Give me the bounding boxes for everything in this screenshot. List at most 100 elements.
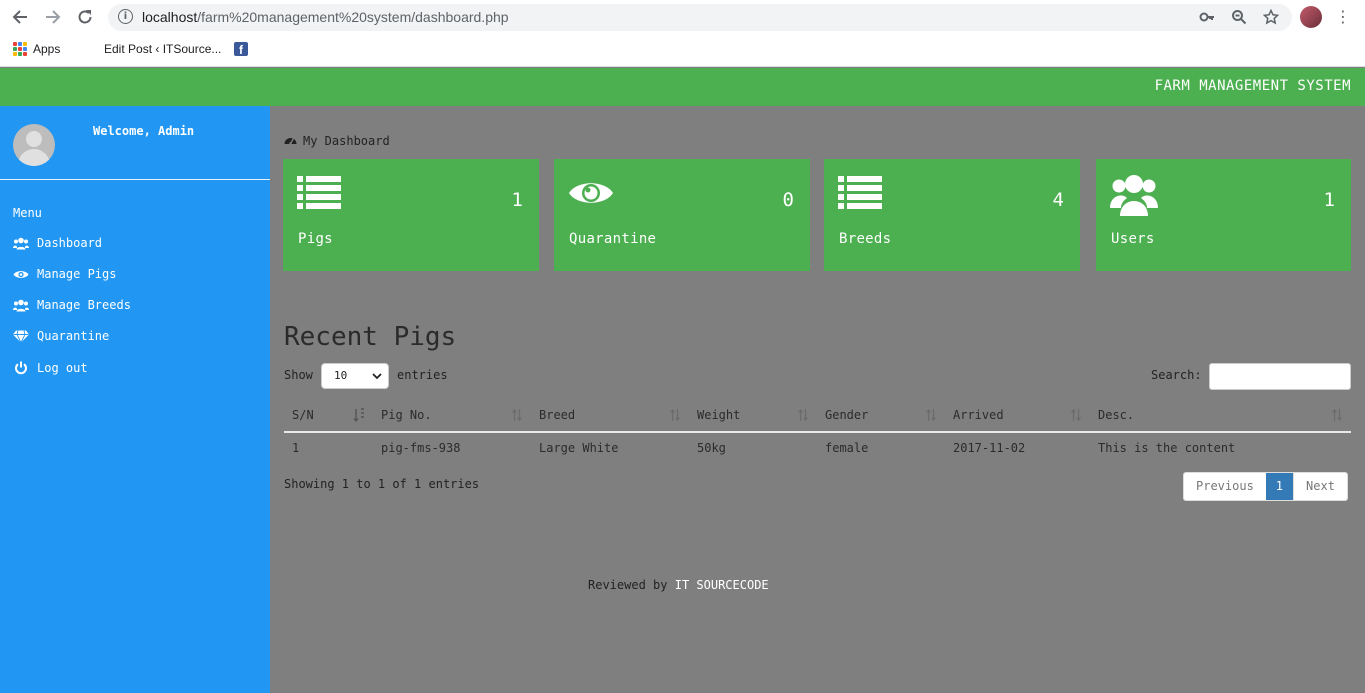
eye-icon bbox=[568, 175, 614, 213]
table-cell: 1 bbox=[292, 440, 300, 455]
sidebar-item-label: Manage Breeds bbox=[37, 298, 131, 312]
diamond-icon bbox=[13, 329, 29, 343]
table-cell: female bbox=[825, 440, 869, 455]
card-pigs[interactable]: 1 Pigs bbox=[283, 159, 539, 271]
table-cell: 50kg bbox=[697, 440, 726, 455]
sort-icon bbox=[511, 408, 523, 422]
table-cell: pig-fms-938 bbox=[381, 440, 461, 455]
bookmarks-bar: Apps Edit Post ‹ ITSource... f bbox=[0, 35, 1365, 67]
list-icon bbox=[838, 175, 884, 213]
sidebar-item-manage-pigs[interactable]: Manage Pigs bbox=[13, 264, 116, 284]
more-menu-icon[interactable]: ⋮ bbox=[1335, 6, 1351, 28]
sort-icon bbox=[1070, 408, 1082, 422]
chevron-down-icon bbox=[370, 364, 384, 388]
sidebar: Welcome, Admin Menu Dashboard Manage Pig… bbox=[0, 106, 270, 693]
sidebar-item-manage-breeds[interactable]: Manage Breeds bbox=[13, 295, 131, 315]
sidebar-item-dashboard[interactable]: Dashboard bbox=[13, 233, 102, 253]
breadcrumb-label: My Dashboard bbox=[303, 134, 390, 148]
table-cell: This is the content bbox=[1098, 440, 1236, 455]
card-count: 4 bbox=[1052, 189, 1064, 211]
reload-icon[interactable] bbox=[74, 6, 96, 28]
card-quarantine[interactable]: 0 Quarantine bbox=[554, 159, 810, 271]
menu-heading: Menu bbox=[13, 206, 42, 220]
card-count: 1 bbox=[511, 189, 523, 211]
power-icon bbox=[13, 361, 29, 375]
users-icon bbox=[1110, 173, 1158, 216]
bookmark-star-icon[interactable] bbox=[1262, 8, 1280, 26]
sidebar-item-quarantine[interactable]: Quarantine bbox=[13, 326, 109, 346]
column-header-weight[interactable]: Weight bbox=[689, 398, 817, 433]
column-header-pig-no[interactable]: Pig No. bbox=[373, 398, 531, 433]
users-icon bbox=[13, 236, 29, 250]
dashboard-icon bbox=[284, 134, 297, 148]
footer-brand-link[interactable]: IT SOURCECODE bbox=[675, 578, 769, 592]
sidebar-item-logout[interactable]: Log out bbox=[13, 358, 88, 378]
sidebar-item-label: Quarantine bbox=[37, 329, 110, 343]
breadcrumb: My Dashboard bbox=[284, 134, 390, 148]
column-header-sn[interactable]: S/N bbox=[284, 398, 373, 433]
card-label: Pigs bbox=[298, 231, 333, 247]
info-icon[interactable]: i bbox=[118, 9, 133, 24]
card-label: Breeds bbox=[839, 231, 892, 247]
entries-select[interactable]: 10 bbox=[321, 363, 389, 389]
footer: Reviewed by IT SOURCECODE bbox=[588, 578, 769, 592]
bookmark-label: Edit Post ‹ ITSource... bbox=[104, 42, 222, 56]
table-row: 1 pig-fms-938 Large White 50kg female 20… bbox=[284, 432, 1351, 462]
card-count: 0 bbox=[782, 189, 794, 211]
sort-icon bbox=[1331, 408, 1343, 422]
facebook-icon: f bbox=[234, 42, 248, 56]
list-icon bbox=[297, 175, 343, 213]
key-icon[interactable] bbox=[1198, 8, 1216, 26]
bookmark-edit-post[interactable]: Edit Post ‹ ITSource... bbox=[104, 42, 221, 56]
card-breeds[interactable]: 4 Breeds bbox=[824, 159, 1080, 271]
table-cell: 2017-11-02 bbox=[953, 440, 1026, 455]
sort-icon bbox=[925, 408, 937, 422]
page-1-button[interactable]: 1 bbox=[1265, 473, 1294, 500]
app-title: FARM MANAGEMENT SYSTEM bbox=[1154, 78, 1351, 94]
sidebar-item-label: Dashboard bbox=[37, 236, 103, 250]
forward-icon[interactable] bbox=[42, 6, 64, 28]
address-bar[interactable]: i localhost/farm%20management%20system/d… bbox=[108, 4, 1292, 31]
back-icon[interactable] bbox=[9, 6, 31, 28]
sidebar-item-label: Manage Pigs bbox=[37, 267, 117, 281]
table-cell: Large White bbox=[539, 440, 619, 455]
table-info: Showing 1 to 1 of 1 entries bbox=[284, 477, 480, 491]
show-label: Show bbox=[284, 368, 313, 382]
search-label: Search: bbox=[1151, 368, 1202, 382]
eye-icon bbox=[13, 267, 29, 281]
profile-avatar[interactable] bbox=[1300, 6, 1322, 28]
avatar bbox=[13, 124, 55, 166]
bookmark-facebook[interactable]: f bbox=[234, 42, 248, 56]
card-users[interactable]: 1 Users bbox=[1096, 159, 1351, 271]
card-label: Users bbox=[1111, 231, 1155, 247]
app-header: FARM MANAGEMENT SYSTEM bbox=[0, 68, 1365, 106]
sort-desc-icon bbox=[353, 408, 365, 423]
sort-icon bbox=[797, 408, 809, 422]
browser-toolbar: i localhost/farm%20management%20system/d… bbox=[0, 0, 1365, 35]
card-count: 1 bbox=[1323, 189, 1335, 211]
table-header-row: S/N Pig No. Breed Weight Gender Arrived … bbox=[284, 398, 1351, 433]
users-icon bbox=[13, 298, 29, 312]
card-label: Quarantine bbox=[569, 231, 657, 247]
pigs-table: S/N Pig No. Breed Weight Gender Arrived … bbox=[284, 398, 1351, 462]
bookmark-label: Apps bbox=[33, 42, 61, 56]
next-button[interactable]: Next bbox=[1293, 473, 1347, 500]
bookmark-apps[interactable]: Apps bbox=[13, 42, 60, 56]
sort-icon bbox=[669, 408, 681, 422]
previous-button[interactable]: Previous bbox=[1184, 473, 1266, 500]
welcome-text: Welcome, Admin bbox=[93, 124, 195, 138]
entries-select-value: 10 bbox=[334, 369, 348, 382]
entries-label: entries bbox=[397, 368, 448, 382]
sidebar-divider bbox=[0, 179, 270, 180]
footer-prefix: Reviewed by bbox=[588, 578, 668, 592]
column-header-arrived[interactable]: Arrived bbox=[945, 398, 1090, 433]
sidebar-item-label: Log out bbox=[37, 361, 88, 375]
column-header-desc[interactable]: Desc. bbox=[1090, 398, 1351, 433]
pagination: Previous 1 Next bbox=[1183, 472, 1348, 501]
url-text: localhost/farm%20management%20system/das… bbox=[142, 9, 509, 25]
column-header-breed[interactable]: Breed bbox=[531, 398, 689, 433]
column-header-gender[interactable]: Gender bbox=[817, 398, 945, 433]
section-title: Recent Pigs bbox=[284, 322, 457, 352]
search-input[interactable] bbox=[1209, 363, 1351, 390]
zoom-icon[interactable] bbox=[1230, 8, 1248, 26]
